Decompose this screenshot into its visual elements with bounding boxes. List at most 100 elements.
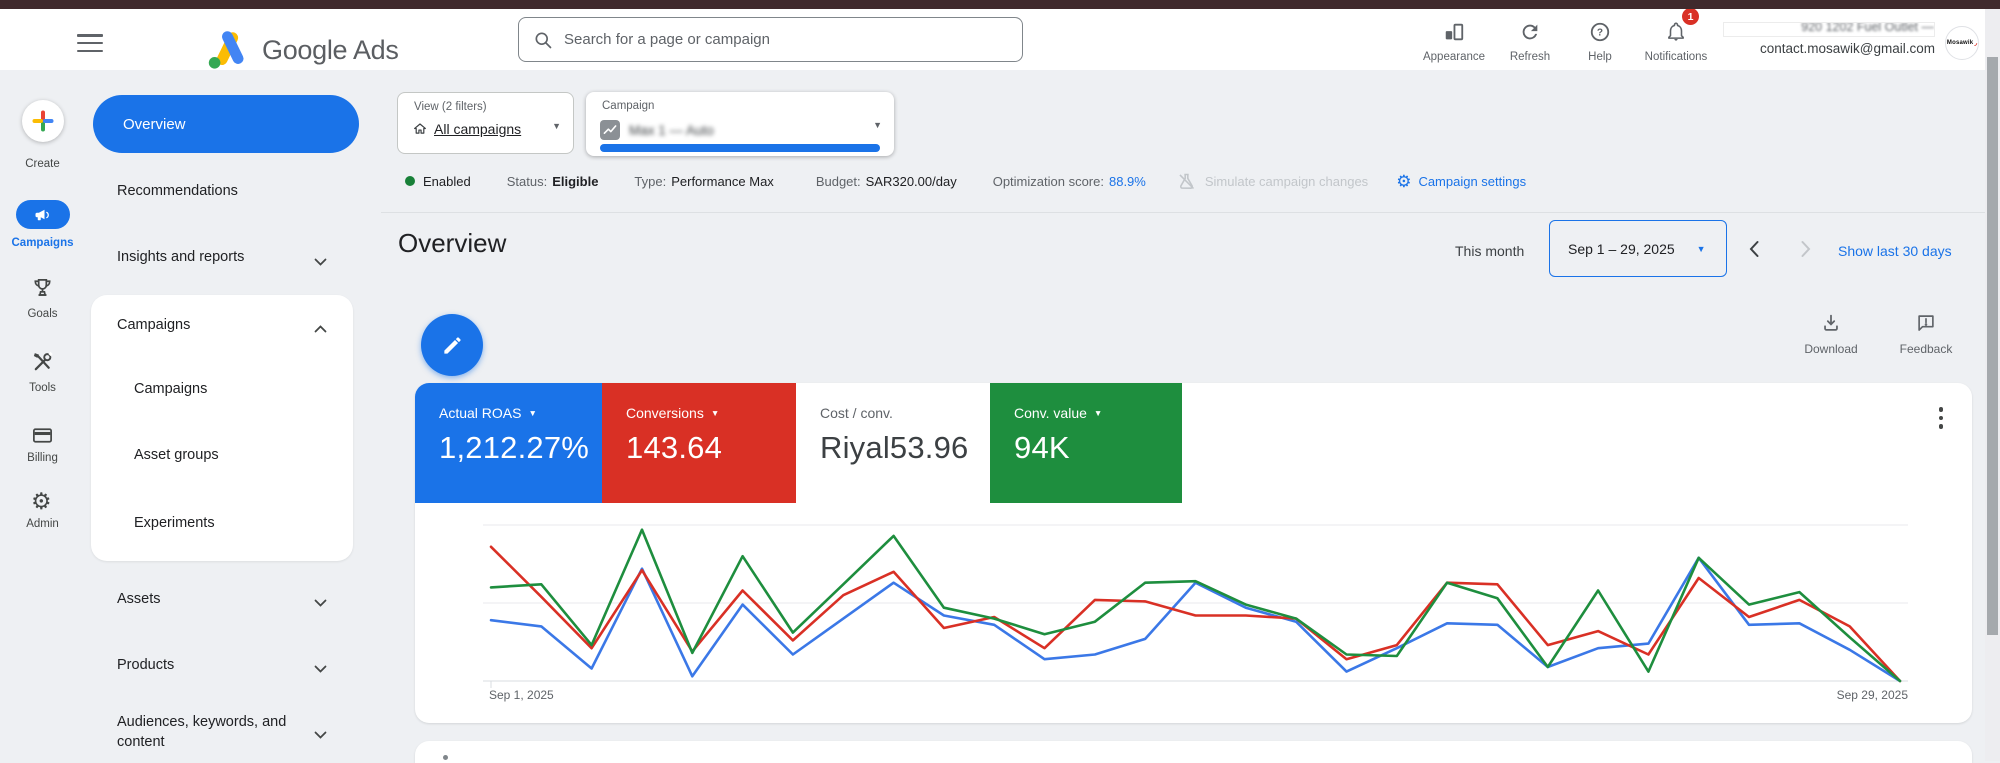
scorecard-conv-value-value: 94K: [990, 430, 1182, 466]
refresh-button[interactable]: Refresh: [1496, 21, 1564, 63]
appearance-icon: [1443, 21, 1465, 43]
help-label: Help: [1572, 51, 1628, 63]
optimization-score-label: Optimization score:: [993, 174, 1104, 189]
notifications-button[interactable]: Notifications: [1632, 21, 1720, 63]
date-range-picker[interactable]: Sep 1 – 29, 2025 ▼: [1549, 220, 1727, 277]
help-button[interactable]: ? Help: [1572, 21, 1628, 63]
subnav-item-insights[interactable]: Insights and reports: [117, 249, 244, 265]
feedback-icon: [1915, 312, 1937, 334]
rail-tools-label: Tools: [0, 382, 85, 394]
gear-icon: ⚙: [31, 488, 52, 514]
subnav-item-assets[interactable]: Assets: [117, 591, 161, 607]
scorecard-actual-roas-value: 1,212.27%: [415, 430, 602, 466]
campaign-settings-button[interactable]: ⚙ Campaign settings: [1396, 173, 1526, 190]
subnav-group-campaigns[interactable]: Campaigns: [117, 317, 190, 333]
trophy-icon: [31, 276, 54, 299]
rail-item-tools[interactable]: [31, 350, 54, 378]
subnav-item-audiences[interactable]: Audiences, keywords, and content: [117, 712, 302, 752]
subnav-item-recommendations[interactable]: Recommendations: [117, 183, 238, 199]
megaphone-icon: [34, 206, 52, 224]
optimization-score-value[interactable]: 88.9%: [1109, 174, 1146, 189]
rail-campaigns-label: Campaigns: [0, 237, 85, 249]
global-search[interactable]: [518, 17, 1023, 62]
rail-item-billing[interactable]: [31, 424, 54, 452]
dropdown-caret-icon: ▼: [711, 408, 719, 418]
rail-item-campaigns[interactable]: [16, 200, 70, 229]
subnav-item-overview[interactable]: Overview: [93, 95, 359, 153]
enabled-status[interactable]: Enabled: [423, 174, 471, 189]
search-input[interactable]: [564, 31, 1008, 48]
download-icon: [1820, 312, 1842, 334]
card-overflow-menu-icon[interactable]: [1931, 407, 1951, 429]
view-filter-value: All campaigns: [434, 121, 521, 137]
view-filter-dropdown[interactable]: View (2 filters) All campaigns ▼: [397, 92, 574, 154]
dropdown-caret-icon: ▼: [1094, 408, 1102, 418]
avatar[interactable]: Mosawik◞: [1945, 26, 1979, 60]
campaign-selected-indicator: [600, 144, 880, 152]
performance-line-chart[interactable]: [483, 519, 1908, 691]
subnav-item-experiments[interactable]: Experiments: [134, 515, 215, 531]
subnav-overview-label: Overview: [123, 116, 186, 133]
plus-icon: [30, 108, 56, 134]
appearance-label: Appearance: [1410, 51, 1498, 63]
page-title: Overview: [398, 228, 506, 259]
rail-item-admin[interactable]: ⚙: [31, 490, 52, 514]
status-label: Status:: [507, 174, 547, 189]
chevron-down-icon[interactable]: [314, 594, 327, 612]
type-label: Type:: [634, 174, 666, 189]
page-scrollbar[interactable]: [1985, 9, 2000, 761]
edit-scorecards-button[interactable]: [421, 314, 483, 376]
budget-value[interactable]: SAR320.00/day: [866, 174, 957, 189]
bell-icon: [1665, 21, 1687, 43]
chevron-up-icon[interactable]: [314, 320, 327, 338]
simulate-changes-button-disabled: Simulate campaign changes: [1176, 171, 1368, 192]
chevron-down-icon[interactable]: [314, 660, 327, 678]
google-ads-logo-icon: [203, 27, 253, 76]
download-button[interactable]: Download: [1796, 312, 1866, 356]
main-menu-icon[interactable]: [77, 34, 103, 52]
date-range-value: Sep 1 – 29, 2025: [1568, 241, 1675, 257]
chevron-down-icon[interactable]: [314, 726, 327, 744]
feedback-label: Feedback: [1890, 342, 1962, 356]
account-id-redacted: 920 1202 Fuel Outlet —: [1723, 22, 1935, 37]
feedback-button[interactable]: Feedback: [1890, 312, 1962, 356]
campaign-selector-dropdown[interactable]: Campaign Max 1 — Auto ▼: [586, 92, 894, 156]
svg-text:?: ?: [1597, 28, 1603, 39]
rail-billing-label: Billing: [0, 452, 85, 464]
dropdown-caret-icon: ▼: [552, 121, 561, 131]
help-icon: ?: [1589, 21, 1611, 43]
browser-top-strip: [0, 0, 2000, 9]
dropdown-caret-icon: ▼: [528, 408, 536, 418]
create-label: Create: [0, 158, 85, 170]
subnav-item-products[interactable]: Products: [117, 657, 174, 673]
create-button[interactable]: [22, 100, 64, 142]
search-icon: [533, 30, 553, 50]
scorecard-conversions-value: 143.64: [602, 430, 796, 466]
campaign-selector-value: Max 1 — Auto: [629, 123, 714, 138]
subnav-item-asset-groups[interactable]: Asset groups: [134, 447, 219, 463]
subnav-item-campaigns[interactable]: Campaigns: [134, 381, 207, 397]
scorecard-cost-per-conv[interactable]: Cost / conv.▼ Riyal53.96: [796, 383, 990, 503]
scorecard-conversions[interactable]: Conversions▼ 143.64: [602, 383, 796, 503]
next-section-card: [415, 741, 1972, 763]
period-label: This month: [1455, 243, 1524, 259]
rail-item-goals[interactable]: [31, 276, 54, 304]
show-last-30-days-link[interactable]: Show last 30 days: [1838, 243, 1952, 259]
previous-period-button[interactable]: [1748, 240, 1760, 263]
status-value: Eligible: [552, 174, 598, 189]
budget-label: Budget:: [816, 174, 861, 189]
campaign-selector-label: Campaign: [602, 100, 654, 112]
appearance-button[interactable]: Appearance: [1410, 21, 1498, 63]
scorecard-conv-value[interactable]: Conv. value▼ 94K: [990, 383, 1182, 503]
chevron-down-icon[interactable]: [314, 253, 327, 271]
next-period-button-disabled: [1800, 240, 1812, 263]
account-info[interactable]: 920 1202 Fuel Outlet — contact.mosawik@g…: [1723, 22, 1935, 56]
campaign-status-bar: Enabled Status: Eligible Type: Performan…: [405, 173, 1526, 189]
scrollbar-thumb[interactable]: [1987, 57, 1998, 635]
pencil-icon: [441, 334, 464, 357]
chart-x-start-label: Sep 1, 2025: [489, 688, 554, 702]
dropdown-caret-icon: ▼: [873, 120, 882, 130]
scorecard-actual-roas[interactable]: Actual ROAS▼ 1,212.27%: [415, 383, 602, 503]
download-label: Download: [1796, 342, 1866, 356]
rail-admin-label: Admin: [0, 518, 85, 530]
